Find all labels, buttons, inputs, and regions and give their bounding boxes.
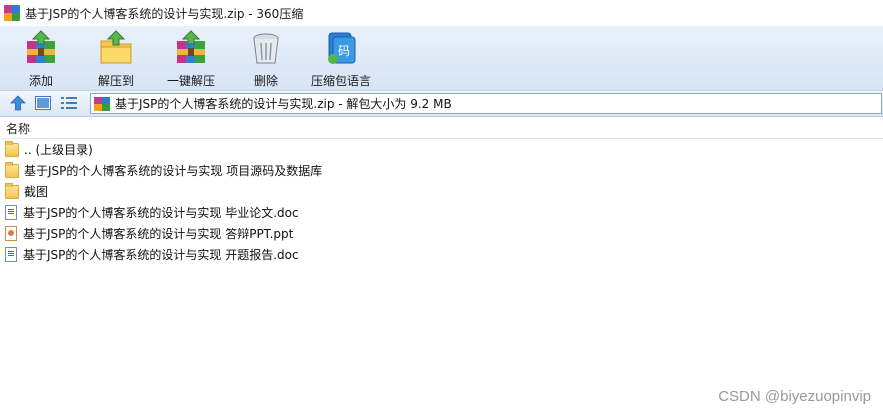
compress-language-label: 压缩包语言 [310,74,371,88]
list-item-screenshot-folder[interactable]: 截图 [0,181,883,202]
list-header: 名称 [0,118,883,139]
delete-button[interactable]: 删除 [246,26,286,90]
extract-to-label: 解压到 [97,74,134,88]
folder-icon [5,161,19,178]
up-arrow-icon [10,95,26,111]
toolbar: 添加 解压到 一键解压 删除 码 压缩包语言 [0,26,883,91]
svg-text:码: 码 [338,44,350,58]
window-view-icon [35,96,51,110]
folder-icon [5,140,19,157]
list-view-icon [61,97,77,109]
list-item-defense-ppt[interactable]: 基于JSP的个人博客系统的设计与实现 答辩PPT.ppt [0,223,883,244]
folder-icon [5,182,19,199]
list-item-proposal-doc[interactable]: 基于JSP的个人博客系统的设计与实现 开题报告.doc [0,244,883,265]
delete-label: 删除 [253,74,278,88]
powerpoint-file-icon [5,226,17,241]
one-click-extract-label: 一键解压 [166,74,215,88]
path-text: 基于JSP的个人博客系统的设计与实现.zip - 解包大小为 9.2 MB [115,97,452,111]
path-field[interactable]: 基于JSP的个人博客系统的设计与实现.zip - 解包大小为 9.2 MB [90,93,882,114]
title-bar: 基于JSP的个人博客系统的设计与实现.zip - 360压缩 [0,0,883,26]
item-name: 截图 [24,185,49,199]
compress-language-button[interactable]: 码 压缩包语言 [310,26,372,90]
trash-can-icon [253,33,279,64]
add-label: 添加 [28,74,53,88]
add-button[interactable]: 添加 [20,26,62,90]
winrar-app-icon [4,5,20,21]
item-name: 基于JSP的个人博客系统的设计与实现 开题报告.doc [23,248,299,262]
extract-to-button[interactable]: 解压到 [96,26,136,90]
item-name: 基于JSP的个人博客系统的设计与实现 毕业论文.doc [23,206,299,220]
address-bar: 基于JSP的个人博客系统的设计与实现.zip - 解包大小为 9.2 MB [0,91,883,117]
archive-icon [94,96,110,111]
word-document-icon [5,247,17,262]
window-title: 基于JSP的个人博客系统的设计与实现.zip - 360压缩 [25,6,304,21]
large-icon-view-button[interactable] [34,95,52,111]
folder-extract-icon [100,30,132,64]
item-name: 基于JSP的个人博客系统的设计与实现 答辩PPT.ppt [23,227,294,241]
word-document-icon [5,205,17,220]
one-click-extract-button[interactable]: 一键解压 [165,26,217,90]
app-window: 基于JSP的个人博客系统的设计与实现.zip - 360压缩 添加 解压到 一键… [0,0,883,417]
file-list: .. (上级目录) 基于JSP的个人博客系统的设计与实现 项目源码及数据库 截图… [0,139,883,265]
list-item-source-folder[interactable]: 基于JSP的个人博客系统的设计与实现 项目源码及数据库 [0,160,883,181]
archive-add-icon [27,30,55,63]
item-name: 基于JSP的个人博客系统的设计与实现 项目源码及数据库 [24,164,323,178]
csdn-watermark: CSDN @biyezuopinvip [718,388,871,405]
list-item-thesis-doc[interactable]: 基于JSP的个人博客系统的设计与实现 毕业论文.doc [0,202,883,223]
list-item-parent-dir[interactable]: .. (上级目录) [0,139,883,160]
archive-extract-icon [177,30,205,63]
details-view-button[interactable] [60,95,78,111]
up-button[interactable] [9,95,27,111]
code-language-icon: 码 [328,32,356,64]
name-column-header[interactable]: 名称 [6,120,30,137]
item-name: .. (上级目录) [24,143,93,157]
